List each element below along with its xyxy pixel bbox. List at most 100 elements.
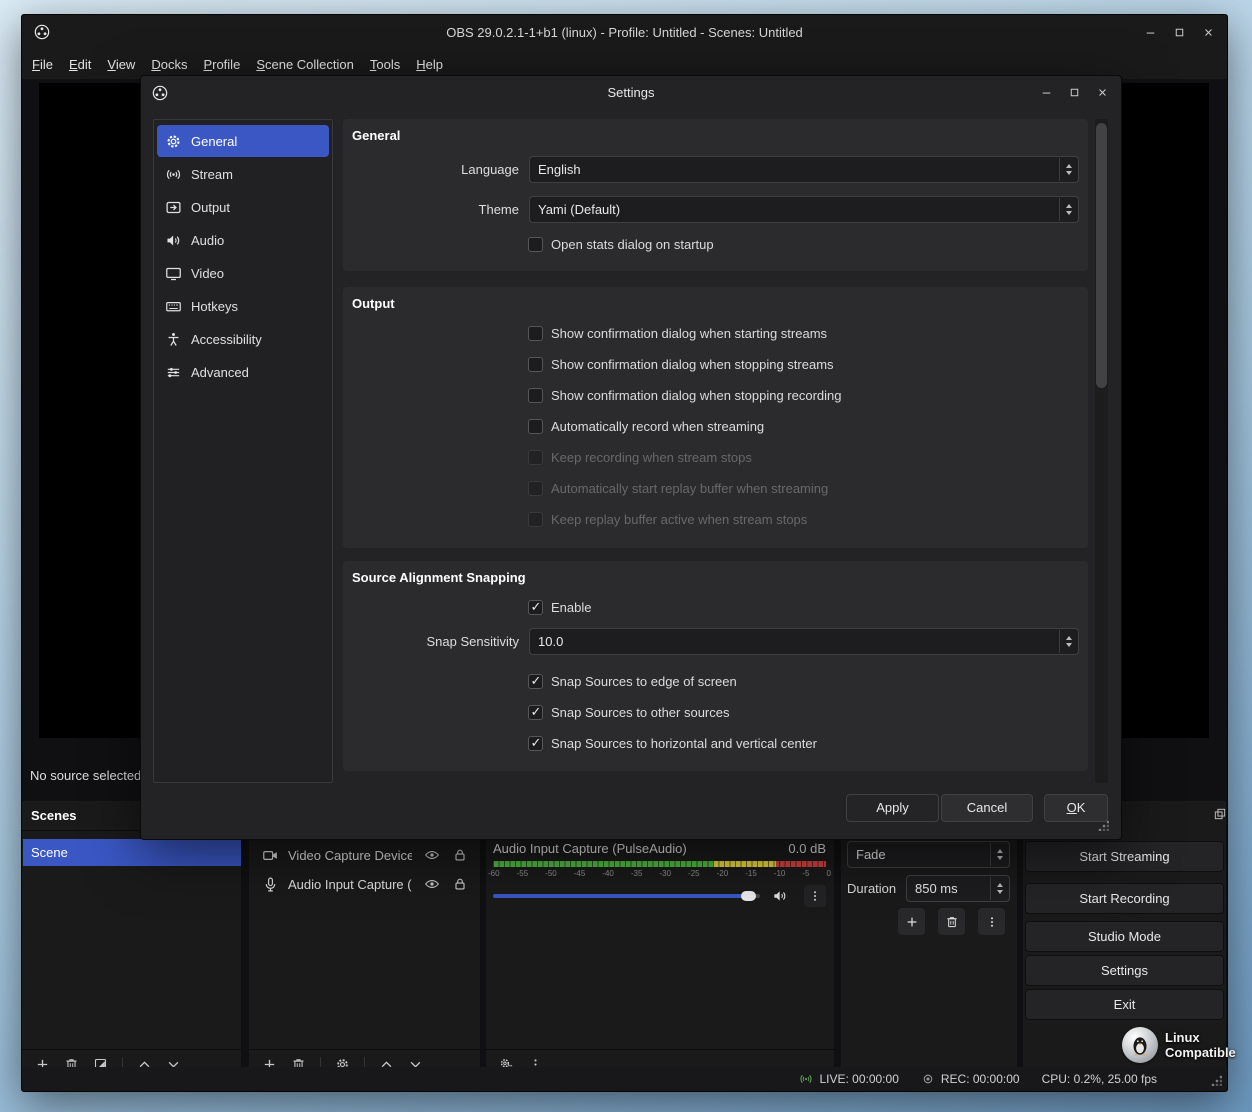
scene-list-item[interactable]: Scene [23, 839, 241, 866]
source-name[interactable]: Video Capture Device [288, 848, 412, 863]
checkbox[interactable] [528, 674, 543, 689]
source-name[interactable]: Audio Input Capture ( [288, 877, 412, 892]
volume-meter [493, 861, 826, 867]
checkbox-label[interactable]: Show confirmation dialog when stopping r… [551, 388, 842, 403]
sidebar-item-output[interactable]: Output [157, 191, 329, 223]
cancel-button[interactable]: Cancel [941, 794, 1033, 822]
dialog-scrollbar[interactable] [1095, 119, 1108, 783]
sidebar-item-video[interactable]: Video [157, 257, 329, 289]
speaker-icon [165, 232, 182, 249]
broadcast-icon [165, 166, 182, 183]
sidebar-item-advanced[interactable]: Advanced [157, 356, 329, 388]
scrollbar-thumb[interactable] [1096, 123, 1107, 388]
scale-label: -25 [688, 869, 700, 878]
visibility-eye-icon[interactable] [424, 876, 440, 892]
checkbox-label[interactable]: Snap Sources to horizontal and vertical … [551, 736, 817, 751]
sidebar-item-audio[interactable]: Audio [157, 224, 329, 256]
visibility-eye-icon[interactable] [424, 847, 440, 863]
checkbox-label[interactable]: Snap Sources to other sources [551, 705, 730, 720]
select-arrows[interactable] [1059, 198, 1077, 221]
sliders-icon [165, 364, 182, 381]
menu-help[interactable]: Help [408, 53, 451, 76]
checkbox-label[interactable]: Show confirmation dialog when starting s… [551, 326, 827, 341]
duration-spinbox[interactable]: 850 ms [906, 875, 1010, 902]
close-icon[interactable] [1202, 26, 1215, 39]
dialog-titlebar[interactable]: Settings [141, 76, 1121, 109]
checkbox-label[interactable]: Enable [551, 600, 591, 615]
checkbox-label[interactable]: Snap Sources to edge of screen [551, 674, 737, 689]
scale-label: 0 [827, 869, 831, 878]
window-titlebar[interactable]: OBS 29.0.2.1-1+b1 (linux) - Profile: Unt… [22, 15, 1227, 49]
window-resize-grip[interactable] [1211, 1075, 1222, 1086]
scale-label: -40 [602, 869, 614, 878]
apply-button[interactable]: Apply [846, 794, 939, 822]
sources-dock: Video Capture Device Audio Input Capture… [249, 801, 480, 1079]
sidebar-item-stream[interactable]: Stream [157, 158, 329, 190]
desktop: OBS 29.0.2.1-1+b1 (linux) - Profile: Unt… [0, 0, 1252, 1112]
sidebar-item-accessibility[interactable]: Accessibility [157, 323, 329, 355]
source-row-video-capture[interactable]: Video Capture Device [249, 841, 480, 869]
minimize-icon[interactable] [1040, 86, 1053, 99]
start-streaming-button[interactable]: Start Streaming [1025, 841, 1224, 872]
context-bar-text: No source selected [30, 765, 146, 787]
sidebar-item-hotkeys[interactable]: Hotkeys [157, 290, 329, 322]
transition-options-kebab-icon[interactable] [978, 908, 1005, 935]
source-row-audio-capture[interactable]: Audio Input Capture ( [249, 870, 480, 898]
checkbox-label[interactable]: Automatically record when streaming [551, 419, 764, 434]
checkbox[interactable] [528, 736, 543, 751]
lock-icon[interactable] [452, 876, 468, 892]
checkbox[interactable] [528, 600, 543, 615]
select-arrows[interactable] [990, 843, 1008, 866]
close-icon[interactable] [1096, 86, 1109, 99]
spinbox-arrows[interactable] [1059, 630, 1077, 653]
maximize-icon[interactable] [1173, 26, 1186, 39]
language-select[interactable]: English [529, 156, 1079, 183]
confirm-stop-recording-checkbox-row: Show confirmation dialog when stopping r… [528, 387, 842, 403]
sidebar-item-general[interactable]: General [157, 125, 329, 157]
keep-recording-checkbox-row: Keep recording when stream stops [528, 449, 752, 465]
theme-select[interactable]: Yami (Default) [529, 196, 1079, 223]
maximize-icon[interactable] [1068, 86, 1081, 99]
volume-slider[interactable] [493, 894, 760, 898]
lock-icon[interactable] [452, 847, 468, 863]
cpu-status: CPU: 0.2%, 25.00 fps [1042, 1072, 1157, 1086]
checkbox-label[interactable]: Show confirmation dialog when stopping s… [551, 357, 834, 372]
select-arrows[interactable] [1059, 158, 1077, 181]
checkbox[interactable] [528, 419, 543, 434]
studio-mode-button[interactable]: Studio Mode [1025, 921, 1224, 952]
menu-file[interactable]: File [24, 53, 61, 76]
keyboard-icon [165, 298, 182, 315]
checkbox[interactable] [528, 357, 543, 372]
menu-profile[interactable]: Profile [195, 53, 248, 76]
snap-other-sources-checkbox-row: Snap Sources to other sources [528, 704, 730, 720]
snap-sensitivity-spinbox[interactable]: 10.0 [529, 628, 1079, 655]
add-transition-icon[interactable] [898, 908, 925, 935]
checkbox-label[interactable]: Open stats dialog on startup [551, 237, 714, 252]
dialog-resize-grip[interactable] [1098, 820, 1109, 831]
minimize-icon[interactable] [1144, 26, 1157, 39]
live-signal-icon [799, 1072, 813, 1086]
start-recording-button[interactable]: Start Recording [1025, 883, 1224, 914]
menu-edit[interactable]: Edit [61, 53, 99, 76]
menu-scene-collection[interactable]: Scene Collection [248, 53, 362, 76]
spinbox-arrows[interactable] [990, 877, 1008, 900]
ok-button[interactable]: OK [1044, 794, 1108, 822]
menu-view[interactable]: View [99, 53, 143, 76]
settings-button[interactable]: Settings [1025, 955, 1224, 986]
checkbox[interactable] [528, 237, 543, 252]
transition-select[interactable]: Fade [847, 841, 1010, 868]
menu-docks[interactable]: Docks [143, 53, 195, 76]
checkbox[interactable] [528, 388, 543, 403]
menu-tools[interactable]: Tools [362, 53, 408, 76]
exit-button[interactable]: Exit [1025, 989, 1224, 1020]
checkbox-label: Keep replay buffer active when stream st… [551, 512, 807, 527]
mixer-options-kebab-icon[interactable] [804, 885, 826, 907]
dock-popout-icon[interactable] [1213, 807, 1227, 821]
remove-transition-icon[interactable] [938, 908, 965, 935]
mixer-header-row: Audio Input Capture (PulseAudio) 0.0 dB [493, 841, 826, 856]
scale-label: -50 [545, 869, 557, 878]
checkbox[interactable] [528, 705, 543, 720]
mute-speaker-icon[interactable] [772, 888, 788, 904]
checkbox[interactable] [528, 326, 543, 341]
volume-slider-handle[interactable] [741, 891, 756, 901]
